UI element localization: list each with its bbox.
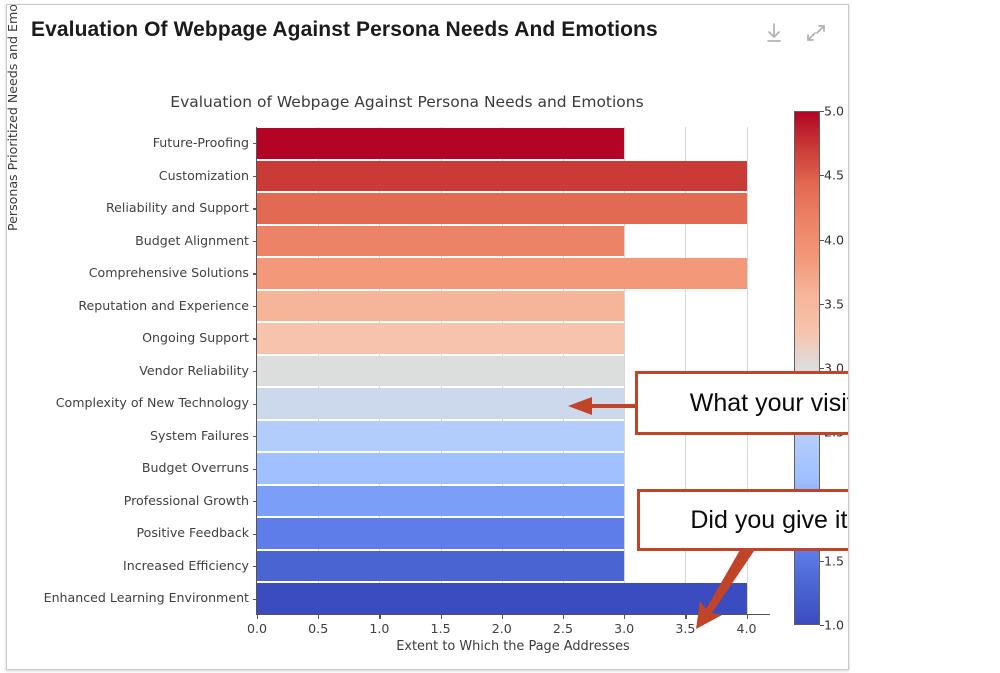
- x-axis-tick: [257, 615, 259, 619]
- y-axis-tick: [253, 533, 257, 535]
- x-axis-tick: [501, 615, 503, 619]
- y-axis-label: Future-Proofing: [152, 135, 249, 151]
- collapse-icon[interactable]: [804, 21, 828, 45]
- bar[interactable]: [257, 583, 747, 614]
- bar[interactable]: [257, 485, 625, 517]
- colorbar-tick-label: 3.5: [824, 296, 845, 312]
- bar[interactable]: [257, 323, 625, 354]
- y-axis-tick: [253, 338, 257, 340]
- y-axis-tick: [253, 208, 257, 210]
- bar-row: Reliability and Support: [106, 193, 771, 224]
- y-axis-tick: [253, 403, 257, 405]
- y-axis-label: Budget Alignment: [135, 232, 249, 248]
- x-axis-tick-label: 3.0: [614, 621, 635, 636]
- bar[interactable]: [257, 128, 625, 159]
- y-axis-label: System Failures: [150, 427, 249, 443]
- callout-visitor-wants: What your visitor wants: [635, 371, 848, 435]
- bar[interactable]: [257, 258, 747, 289]
- y-axis-label: Increased Efficiency: [123, 557, 249, 573]
- bar[interactable]: [257, 225, 625, 257]
- callout-did-you-give: Did you give it to them?: [637, 489, 848, 551]
- x-axis-tick-label: 2.5: [552, 621, 573, 636]
- x-axis-tick-label: 0.5: [308, 621, 329, 636]
- y-axis-label: Ongoing Support: [142, 330, 249, 346]
- bar-row: Budget Alignment: [135, 225, 771, 257]
- bar[interactable]: [257, 453, 625, 484]
- x-axis-tick: [440, 615, 442, 619]
- y-axis-tick: [253, 566, 257, 568]
- x-axis-tick-label: 1.5: [430, 621, 451, 636]
- bar-row: Ongoing Support: [142, 323, 771, 354]
- bar-row: Reputation and Experience: [78, 290, 771, 322]
- y-axis-label: Complexity of New Technology: [55, 395, 249, 411]
- y-axis-tick: [253, 598, 257, 600]
- bar-row: Customization: [159, 160, 771, 192]
- y-axis-label: Comprehensive Solutions: [88, 265, 249, 281]
- x-axis-tick: [562, 615, 565, 619]
- colorbar-tick-label: 1.5: [824, 553, 845, 569]
- card-header: Evaluation Of Webpage Against Persona Ne…: [7, 5, 848, 62]
- download-icon[interactable]: [762, 21, 786, 45]
- y-axis-label: Reputation and Experience: [78, 297, 249, 313]
- colorbar-tick-label: 4.5: [824, 167, 845, 183]
- x-axis-tick: [624, 615, 626, 619]
- chart-card: Evaluation Of Webpage Against Persona Ne…: [6, 4, 849, 670]
- y-axis-tick: [253, 501, 257, 503]
- y-axis-tick: [253, 305, 257, 308]
- y-axis-label: Customization: [158, 167, 249, 183]
- bar-row: Comprehensive Solutions: [89, 258, 771, 289]
- y-axis-tick: [253, 175, 257, 177]
- y-axis-label: Positive Feedback: [136, 525, 249, 541]
- colorbar-tick-label: 4.0: [824, 232, 845, 247]
- colorbar-tick-label: 1.0: [824, 617, 845, 633]
- y-axis-tick: [253, 143, 257, 145]
- bar-row: Budget Overruns: [142, 453, 771, 484]
- y-axis-tick: [253, 240, 257, 243]
- chart-title: Evaluation of Webpage Against Persona Ne…: [170, 93, 644, 111]
- x-axis-tick: [379, 615, 381, 619]
- bar[interactable]: [257, 290, 625, 322]
- x-axis-tick-label: 0.0: [246, 621, 268, 636]
- y-axis-label: Professional Growth: [123, 492, 249, 508]
- x-axis-tick: [318, 615, 320, 619]
- y-axis-label: Enhanced Learning Environment: [43, 590, 249, 606]
- colorbar-tick-label: 5.0: [824, 103, 845, 119]
- y-axis-label: Vendor Reliability: [139, 362, 249, 378]
- y-axis-title: Personas Prioritized Needs and Emotions: [6, 4, 20, 231]
- x-axis-title: Extent to Which the Page Addresses: [396, 639, 630, 654]
- x-axis-tick-label: 2.0: [491, 621, 512, 636]
- bar[interactable]: [257, 518, 625, 549]
- bar[interactable]: [257, 355, 625, 387]
- y-axis-tick: [253, 468, 257, 470]
- y-axis-tick: [253, 273, 257, 275]
- page-title: Evaluation Of Webpage Against Persona Ne…: [31, 18, 658, 41]
- diagonal-arrow-icon: [696, 543, 754, 629]
- bar[interactable]: [257, 193, 747, 224]
- y-axis-label: Reliability and Support: [105, 200, 249, 216]
- matplotlib-figure: Evaluation of Webpage Against Persona Ne…: [7, 5, 848, 668]
- bar[interactable]: [257, 160, 747, 192]
- bar[interactable]: [257, 550, 625, 582]
- x-axis-tick-label: 1.0: [369, 621, 390, 636]
- bar-row: Future-Proofing: [153, 128, 771, 159]
- y-axis-tick: [253, 371, 257, 373]
- y-axis-label: Budget Overruns: [141, 460, 249, 476]
- y-axis-tick: [253, 436, 257, 438]
